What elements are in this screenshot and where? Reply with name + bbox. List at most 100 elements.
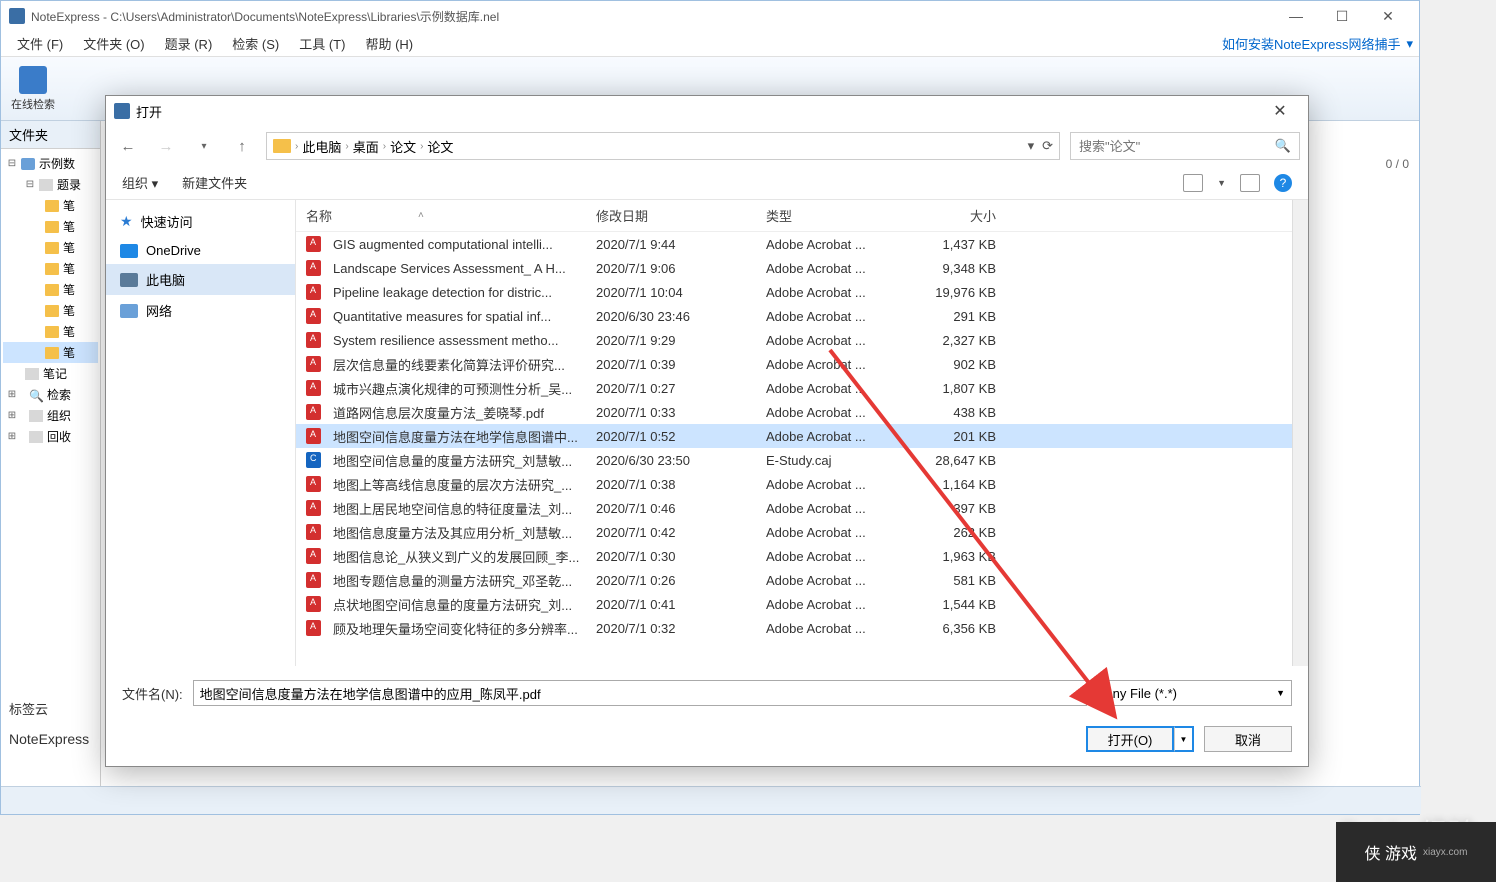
sidebar-item-onedrive[interactable]: OneDrive xyxy=(106,237,295,264)
menu-file[interactable]: 文件 (F) xyxy=(7,32,73,55)
file-name: Quantitative measures for spatial inf... xyxy=(333,309,596,324)
file-size: 28,647 KB xyxy=(916,453,1006,468)
onedrive-icon xyxy=(120,244,138,258)
file-date: 2020/6/30 23:46 xyxy=(596,309,766,324)
file-size: 397 KB xyxy=(916,501,1006,516)
file-row[interactable]: 道路网信息层次度量方法_姜晓琴.pdf2020/7/1 0:33Adobe Ac… xyxy=(296,400,1292,424)
file-size: 438 KB xyxy=(916,405,1006,420)
file-name: GIS augmented computational intelli... xyxy=(333,237,596,252)
preview-pane-button[interactable] xyxy=(1240,174,1260,192)
new-folder-button[interactable]: 新建文件夹 xyxy=(182,173,247,192)
column-headers[interactable]: 名称˄ 修改日期 类型 大小 xyxy=(296,200,1292,232)
folder-icon xyxy=(45,200,59,212)
file-date: 2020/6/30 23:50 xyxy=(596,453,766,468)
refresh-icon[interactable]: ⟳ xyxy=(1042,138,1053,154)
nav-recent-button[interactable]: ▾ xyxy=(190,132,218,160)
file-row[interactable]: 地图信息论_从狭义到广义的发展回顾_李...2020/7/1 0:30Adobe… xyxy=(296,544,1292,568)
nav-back-button[interactable]: ← xyxy=(114,132,142,160)
file-row[interactable]: 点状地图空间信息量的度量方法研究_刘...2020/7/1 0:41Adobe … xyxy=(296,592,1292,616)
sidebar-item-this-pc[interactable]: 此电脑 xyxy=(106,264,295,295)
file-row[interactable]: 地图上居民地空间信息的特征度量法_刘...2020/7/1 0:46Adobe … xyxy=(296,496,1292,520)
open-button[interactable]: 打开(O) xyxy=(1086,726,1174,752)
folder-icon xyxy=(45,347,59,359)
sidebar-item-network[interactable]: 网络 xyxy=(106,295,295,326)
file-date: 2020/7/1 0:52 xyxy=(596,429,766,444)
file-row[interactable]: 地图空间信息量的度量方法研究_刘慧敏...2020/6/30 23:50E-St… xyxy=(296,448,1292,472)
file-type: Adobe Acrobat ... xyxy=(766,501,916,516)
file-type: Adobe Acrobat ... xyxy=(766,597,916,612)
sidebar-item-quick-access[interactable]: ★快速访问 xyxy=(106,206,295,237)
close-button[interactable]: ✕ xyxy=(1365,1,1411,31)
file-row[interactable]: Landscape Services Assessment_ A H...202… xyxy=(296,256,1292,280)
chevron-down-icon[interactable]: ▼ xyxy=(1217,178,1226,188)
file-type: Adobe Acrobat ... xyxy=(766,261,916,276)
collapse-icon[interactable]: ⊟ xyxy=(25,179,35,190)
dialog-icon xyxy=(114,103,130,119)
file-row[interactable]: 地图专题信息量的测量方法研究_邓圣乾...2020/7/1 0:26Adobe … xyxy=(296,568,1292,592)
online-search-button[interactable]: 在线检索 xyxy=(11,66,55,112)
dialog-search-box[interactable]: 🔍 xyxy=(1070,132,1300,160)
folder-icon xyxy=(45,305,59,317)
file-list[interactable]: GIS augmented computational intelli... 20… xyxy=(296,232,1292,666)
file-row[interactable]: 地图空间信息度量方法在地学信息图谱中...2020/7/1 0:52Adobe … xyxy=(296,424,1292,448)
chevron-down-icon[interactable]: ▾ xyxy=(1028,138,1035,154)
file-size: 1,544 KB xyxy=(916,597,1006,612)
database-icon xyxy=(21,158,35,170)
open-button-dropdown[interactable]: ▼ xyxy=(1174,726,1194,752)
file-type: Adobe Acrobat ... xyxy=(766,621,916,636)
file-row[interactable]: GIS augmented computational intelli...20… xyxy=(296,232,1292,256)
search-input[interactable] xyxy=(1079,139,1275,154)
file-date: 2020/7/1 9:29 xyxy=(596,333,766,348)
expand-icon[interactable]: ⊞ xyxy=(7,389,17,400)
pdf-file-icon xyxy=(306,500,321,516)
menu-help[interactable]: 帮助 (H) xyxy=(355,32,423,55)
folder-icon xyxy=(45,326,59,338)
folder-icon xyxy=(273,139,291,153)
file-row[interactable]: Quantitative measures for spatial inf...… xyxy=(296,304,1292,328)
pdf-file-icon xyxy=(306,428,321,444)
expand-icon[interactable]: ⊞ xyxy=(7,410,17,421)
pdf-file-icon xyxy=(306,524,321,540)
file-size: 1,437 KB xyxy=(916,237,1006,252)
install-helper-link[interactable]: 如何安装NoteExpress网络捕手 ▾ xyxy=(1222,34,1413,53)
file-size: 1,807 KB xyxy=(916,381,1006,396)
cancel-button[interactable]: 取消 xyxy=(1204,726,1292,752)
pdf-file-icon xyxy=(306,476,321,492)
file-row[interactable]: System resilience assessment metho...202… xyxy=(296,328,1292,352)
search-icon[interactable]: 🔍 xyxy=(1275,138,1291,154)
file-row[interactable]: 地图信息度量方法及其应用分析_刘慧敏...2020/7/1 0:42Adobe … xyxy=(296,520,1292,544)
file-name: 地图上居民地空间信息的特征度量法_刘... xyxy=(333,499,596,518)
file-date: 2020/7/1 0:27 xyxy=(596,381,766,396)
file-type: Adobe Acrobat ... xyxy=(766,477,916,492)
minimize-button[interactable]: — xyxy=(1273,1,1319,31)
file-row[interactable]: 城市兴趣点演化规律的可预测性分析_吴...2020/7/1 0:27Adobe … xyxy=(296,376,1292,400)
nav-up-button[interactable]: ↑ xyxy=(228,132,256,160)
breadcrumb[interactable]: › 此电脑 › 桌面 › 论文 › 论文 ▾⟳ xyxy=(266,132,1060,160)
file-type: Adobe Acrobat ... xyxy=(766,429,916,444)
file-row[interactable]: 顾及地理矢量场空间变化特征的多分辨率...2020/7/1 0:32Adobe … xyxy=(296,616,1292,640)
nav-forward-button[interactable]: → xyxy=(152,132,180,160)
view-options-button[interactable] xyxy=(1183,174,1203,192)
maximize-button[interactable]: ☐ xyxy=(1319,1,1365,31)
menu-record[interactable]: 题录 (R) xyxy=(155,32,223,55)
help-icon[interactable]: ? xyxy=(1274,174,1292,192)
menu-tools[interactable]: 工具 (T) xyxy=(289,32,355,55)
organize-menu[interactable]: 组织 ▾ xyxy=(122,173,158,192)
file-filter-select[interactable]: Any File (*.*)▼ xyxy=(1097,680,1292,706)
collapse-icon[interactable]: ⊟ xyxy=(7,158,17,169)
file-size: 902 KB xyxy=(916,357,1006,372)
expand-icon[interactable]: ⊞ xyxy=(7,431,17,442)
list-icon xyxy=(39,179,53,191)
file-date: 2020/7/1 0:41 xyxy=(596,597,766,612)
file-row[interactable]: Pipeline leakage detection for distric..… xyxy=(296,280,1292,304)
file-name: 点状地图空间信息量的度量方法研究_刘... xyxy=(333,595,596,614)
folder-tree[interactable]: ⊟示例数 ⊟题录 笔 笔 笔 笔 笔 笔 笔 笔 笔记 ⊞🔍检索 ⊞组织 ⊞回收 xyxy=(1,149,100,451)
dialog-close-button[interactable]: ✕ xyxy=(1260,97,1300,125)
file-row[interactable]: 地图上等高线信息度量的层次方法研究_...2020/7/1 0:38Adobe … xyxy=(296,472,1292,496)
file-row[interactable]: 层次信息量的线要素化简算法评价研究...2020/7/1 0:39Adobe A… xyxy=(296,352,1292,376)
menu-folder[interactable]: 文件夹 (O) xyxy=(73,32,154,55)
vertical-scrollbar[interactable] xyxy=(1292,200,1308,666)
file-name: 地图专题信息量的测量方法研究_邓圣乾... xyxy=(333,571,596,590)
filename-input[interactable] xyxy=(193,680,1087,706)
menu-search[interactable]: 检索 (S) xyxy=(222,32,289,55)
